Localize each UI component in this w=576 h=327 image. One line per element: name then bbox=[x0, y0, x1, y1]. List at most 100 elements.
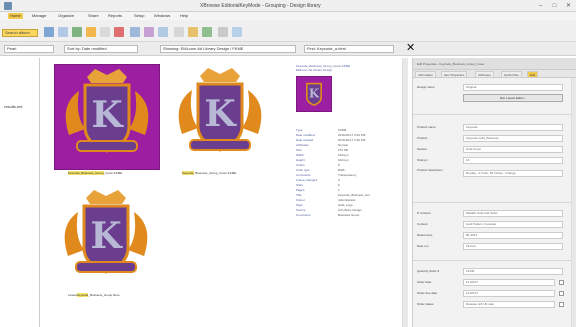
tag-icon[interactable] bbox=[130, 27, 140, 37]
thumbnail-caption: Keycode_Business_Group_Cover.FKME bbox=[182, 171, 237, 175]
section-field[interactable]: Gold Cover bbox=[463, 146, 563, 153]
order-due-field[interactable]: 12-09-07 bbox=[463, 290, 555, 297]
colours-label: P. Colours bbox=[417, 211, 431, 215]
menu-windows[interactable]: Windows bbox=[152, 13, 172, 19]
tab-attributes[interactable]: Attributes bbox=[475, 71, 494, 78]
share-icon[interactable] bbox=[188, 27, 198, 37]
order-date-label: Order date bbox=[417, 280, 432, 284]
print-icon[interactable] bbox=[174, 27, 184, 37]
thumbnail-item[interactable]: K Keycode_Business_Group_Cover.FKME bbox=[54, 64, 162, 176]
colours-field[interactable]: Metallic Gold and Violet bbox=[463, 210, 563, 217]
date-run-field[interactable]: 24-Feb bbox=[463, 243, 563, 250]
search-input[interactable]: Find: Keycode_a.html bbox=[304, 45, 394, 53]
menu-help[interactable]: Help bbox=[178, 13, 190, 19]
filter-dropdown[interactable]: Pearl bbox=[4, 45, 54, 53]
star-icon[interactable] bbox=[86, 27, 96, 37]
total-pc-label: Total pc bbox=[417, 158, 428, 162]
tab-information[interactable]: Information bbox=[415, 71, 437, 78]
center-scrollbar[interactable] bbox=[402, 58, 408, 327]
menu-reports[interactable]: Reports bbox=[106, 13, 124, 19]
details-header: Keycode_Business_Group_Cover.FKME EMLcom… bbox=[296, 64, 376, 112]
total-pc-field[interactable]: 16 bbox=[463, 157, 563, 164]
order-due-label: Order due date bbox=[417, 291, 438, 295]
thumbnail-caption: LowesKeycode_Business_Group.fkme bbox=[68, 293, 120, 297]
sort-dropdown[interactable]: Sort by: Date modified bbox=[64, 45, 138, 53]
maximize-button[interactable]: □ bbox=[550, 2, 559, 10]
thumbnail-image: K bbox=[168, 64, 274, 170]
properties-title: Edit Properties - Keycode_Business_Group… bbox=[413, 58, 576, 70]
filter-bar: Pearl Sort by: Date modified Showing: EM… bbox=[0, 42, 576, 56]
close-button[interactable]: ✕ bbox=[564, 2, 573, 10]
menu-organize[interactable]: Organize bbox=[56, 13, 76, 19]
app-icon bbox=[4, 2, 12, 10]
thumbnail-item[interactable]: K LowesKeycode_Business_Group.fkme bbox=[54, 186, 162, 298]
left-pane: results.ent bbox=[0, 58, 40, 327]
content-label: Content bbox=[417, 222, 428, 226]
order-due-checkbox[interactable] bbox=[559, 291, 564, 296]
quantity-field[interactable]: 12345 bbox=[463, 268, 563, 275]
section-label: Section bbox=[417, 147, 428, 151]
details-row: Comments Business Group bbox=[296, 213, 360, 217]
menu-home[interactable]: Home bbox=[8, 13, 23, 19]
view-icon[interactable] bbox=[232, 27, 242, 37]
design-name-field[interactable]: Original bbox=[463, 84, 563, 91]
refresh-icon[interactable] bbox=[100, 27, 110, 37]
delete-icon[interactable] bbox=[114, 27, 124, 37]
order-status-field[interactable]: Release Gift UK sale bbox=[463, 301, 555, 308]
color-icon[interactable] bbox=[144, 27, 154, 37]
properties-pane: Edit Properties - Keycode_Business_Group… bbox=[412, 58, 576, 327]
window-title: XBrowse EditorialKeyMode - Grouping - De… bbox=[200, 3, 321, 9]
check-icon[interactable] bbox=[72, 27, 82, 37]
thumbnail-grid: K Keycode_Business_Group_Cover.FKME K Ke… bbox=[44, 58, 410, 327]
tab-edit[interactable]: Edit bbox=[527, 71, 539, 78]
crest-logo-image: K bbox=[65, 69, 149, 153]
content-field[interactable]: Gold Pattern, Forecast bbox=[463, 221, 563, 228]
divider bbox=[413, 260, 576, 261]
properties-scrollbar[interactable] bbox=[571, 78, 576, 327]
thumbnail-image: K bbox=[54, 186, 160, 292]
close-search-icon[interactable]: ✕ bbox=[406, 43, 415, 54]
details-list: Type FKME Date modified 2019-08-17 3:42 PM… bbox=[296, 128, 386, 218]
copy-icon[interactable] bbox=[58, 27, 68, 37]
thumbnail-item[interactable]: K Keycode_Business_Group_Cover.FKME bbox=[168, 64, 276, 176]
crest-logo-image: K bbox=[305, 82, 323, 106]
export-icon[interactable] bbox=[202, 27, 212, 37]
product-name-field[interactable]: Keycode bbox=[463, 124, 563, 131]
properties-tabs: Information Item Properties Attributes Q… bbox=[413, 70, 576, 78]
thumbnail-caption: Keycode_Business_Group_Cover.FKME bbox=[68, 171, 123, 175]
title-bar: XBrowse EditorialKeyMode - Grouping - De… bbox=[0, 0, 576, 12]
left-pane-item[interactable]: results.ent bbox=[4, 104, 22, 109]
product-description-label: Product description bbox=[417, 168, 443, 172]
svg-text:K: K bbox=[309, 86, 320, 100]
folder-icon[interactable] bbox=[44, 27, 54, 37]
order-status-label: Order status bbox=[417, 302, 434, 306]
svg-text:K: K bbox=[90, 215, 123, 257]
divider bbox=[413, 114, 576, 115]
tab-quick-files[interactable]: Quick Files bbox=[501, 71, 522, 78]
design-name-label: Design name bbox=[417, 85, 435, 89]
thumbnail-image: K bbox=[54, 64, 160, 170]
references-field[interactable]: B1-2011 bbox=[463, 232, 563, 239]
menu-manage[interactable]: Manage bbox=[30, 13, 48, 19]
product-field[interactable]: Keycode Gold_Business bbox=[463, 135, 563, 142]
quantity-label: Quantity Order # bbox=[417, 269, 440, 273]
search-album-button[interactable]: Search album bbox=[2, 29, 38, 37]
svg-text:K: K bbox=[91, 94, 124, 136]
edit-icon[interactable] bbox=[158, 27, 168, 37]
product-description-field[interactable]: Royalty - 2 Color, 60 Inches - Orange bbox=[463, 170, 563, 177]
crest-logo-image: K bbox=[64, 190, 148, 274]
order-status-checkbox[interactable] bbox=[559, 302, 564, 307]
run-layout-editor-button[interactable]: Run Layout Editor... bbox=[463, 94, 563, 102]
tab-item-properties[interactable]: Item Properties bbox=[441, 71, 468, 78]
order-date-checkbox[interactable] bbox=[559, 280, 564, 285]
menu-share[interactable]: Share bbox=[86, 13, 101, 19]
settings-icon[interactable] bbox=[218, 27, 228, 37]
order-date-field[interactable]: 12-09-07 bbox=[463, 279, 555, 286]
minimize-button[interactable]: – bbox=[536, 2, 545, 10]
path-field[interactable]: Showing: EMLcom Ad Library Design / FKME bbox=[160, 45, 296, 53]
references-label: References bbox=[417, 233, 433, 237]
details-subtitle: EMLcom Ad Library Design bbox=[296, 68, 333, 72]
product-label: Product bbox=[417, 136, 428, 140]
crest-logo-image: K bbox=[178, 68, 262, 152]
menu-setup[interactable]: Setup bbox=[132, 13, 146, 19]
